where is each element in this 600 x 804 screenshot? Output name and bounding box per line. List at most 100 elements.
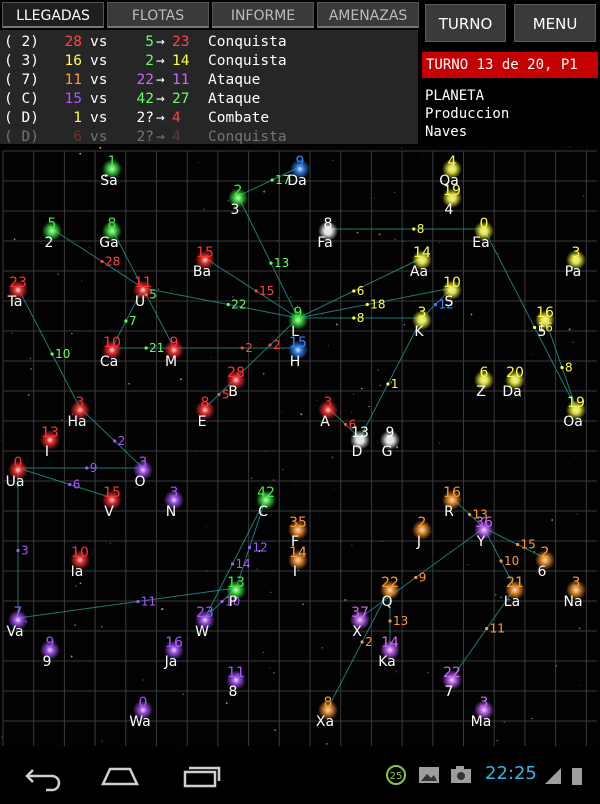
fleet-marker[interactable] [68, 482, 72, 487]
fleet-ship-count: 8 [357, 311, 365, 325]
planet-ship-count: 6 [480, 365, 489, 381]
star-dot [290, 296, 292, 299]
planet-ship-count: 3 [76, 395, 85, 411]
star-dot [79, 152, 82, 155]
planet-ship-count: 3 [572, 575, 581, 591]
image-icon [419, 767, 439, 783]
fleet-marker[interactable] [50, 352, 54, 356]
planet-ship-count: 3 [170, 485, 179, 501]
arrival-id: ( 3) [4, 53, 39, 69]
fleet-marker[interactable] [144, 346, 148, 350]
arrival-arrow: → [156, 72, 165, 88]
tab-amenazas[interactable]: AMENAZAS [317, 2, 419, 28]
planet-name: 5 [538, 324, 547, 340]
arrival-a: 16 [64, 53, 82, 69]
fleet-marker[interactable] [433, 302, 438, 307]
arrival-type: Ataque [208, 91, 261, 107]
planet-ship-count: 9 [46, 635, 55, 651]
planet-ship-count: 0 [480, 216, 489, 232]
fleet-marker[interactable] [499, 559, 503, 563]
planet-name: Oa [563, 414, 583, 430]
planet-ship-count: 22 [381, 575, 399, 591]
fleet-marker[interactable] [533, 325, 537, 330]
star-dot [365, 377, 367, 379]
arrival-type: Ataque [208, 72, 261, 88]
arrival-vs: vs [90, 53, 108, 69]
arrival-b: 42 [136, 91, 154, 107]
fleet-marker[interactable] [269, 261, 273, 265]
planet-ship-count: 3 [324, 395, 333, 411]
fleet-marker[interactable] [386, 382, 390, 386]
fleet-marker[interactable] [352, 316, 356, 320]
arrival-type: Conquista [208, 129, 287, 144]
planet-name: 2 [45, 235, 54, 251]
back-icon[interactable] [25, 769, 61, 792]
fleet-marker[interactable] [515, 542, 520, 547]
galaxy-map[interactable]: 1522131868817572128102256112168693214121… [0, 146, 600, 750]
planet-ship-count: 28 [227, 365, 245, 381]
fleet-marker[interactable] [560, 365, 564, 370]
planet-name: G [382, 444, 393, 460]
star-dot [332, 160, 334, 162]
fleet-marker[interactable] [352, 289, 356, 293]
fleet-marker[interactable] [230, 562, 235, 566]
arrivals-list[interactable]: ( 2) 28 vs 5 → 23 Conquista( 3) 16 vs 2 → 14 Conquis… [0, 30, 418, 144]
status-clock: 22:25 [485, 763, 537, 784]
tab-flotas[interactable]: FLOTAS [107, 2, 209, 28]
fleet-marker[interactable] [365, 302, 369, 307]
planet-ship-count: 10 [71, 545, 89, 561]
planet-name: Ta [7, 294, 23, 310]
planet-name: I [293, 564, 297, 580]
fleet-marker[interactable] [217, 392, 221, 397]
arrival-b: 2? [136, 129, 154, 144]
fleet-marker[interactable] [360, 640, 364, 644]
fleet-marker[interactable] [226, 302, 230, 307]
tab-llegadas[interactable]: LLEGADAS [2, 2, 104, 28]
star-dot [274, 729, 277, 732]
planet-ship-count: 2 [541, 545, 550, 561]
fleet-marker[interactable] [468, 512, 472, 517]
turno-button[interactable]: TURNO [425, 4, 506, 42]
planet-name: Ga [99, 235, 118, 251]
tab-informe[interactable]: INFORME [212, 2, 314, 28]
star-dot [198, 162, 199, 163]
home-icon[interactable] [101, 767, 139, 786]
fleet-marker[interactable] [268, 343, 272, 347]
fleet-marker[interactable] [270, 178, 274, 182]
fleet-marker[interactable] [247, 545, 252, 550]
planet-ship-count: 22 [443, 665, 461, 681]
arrival-b: 22 [136, 72, 154, 88]
fleet-marker[interactable] [136, 599, 140, 604]
star-dot [256, 568, 259, 571]
fleet-marker[interactable] [100, 259, 104, 264]
camera-icon [451, 766, 471, 783]
recents-icon[interactable] [183, 766, 221, 788]
fleet-marker[interactable] [220, 599, 224, 604]
planet[interactable]: 20 Da [502, 365, 525, 400]
planet-ship-count: 13 [351, 425, 369, 441]
menu-button[interactable]: MENU [514, 4, 596, 42]
planet[interactable]: 19 Oa [563, 395, 586, 430]
star-dot [41, 243, 43, 244]
arrival-arrow: → [156, 34, 165, 50]
planet-ship-count: 42 [257, 485, 275, 501]
star-dot [175, 220, 177, 222]
star-dot [568, 328, 571, 331]
fleet-marker[interactable] [85, 466, 89, 470]
fleet-marker[interactable] [240, 346, 244, 350]
star-dot [179, 378, 182, 381]
arrival-type: Conquista [208, 53, 287, 69]
star-dot [467, 564, 469, 566]
fleet-marker[interactable] [485, 626, 489, 631]
fleet-marker[interactable] [412, 227, 416, 231]
fleet-marker[interactable] [16, 548, 20, 553]
star-dot [353, 393, 355, 395]
fleet-marker[interactable] [388, 619, 392, 623]
star-dot [327, 345, 329, 347]
fleet-marker[interactable] [254, 289, 258, 293]
fleet-marker[interactable] [344, 422, 348, 427]
arrival-a: 11 [64, 72, 82, 88]
fleet-marker[interactable] [113, 439, 117, 443]
fleet-marker[interactable] [124, 319, 128, 323]
fleet-marker[interactable] [414, 575, 418, 580]
